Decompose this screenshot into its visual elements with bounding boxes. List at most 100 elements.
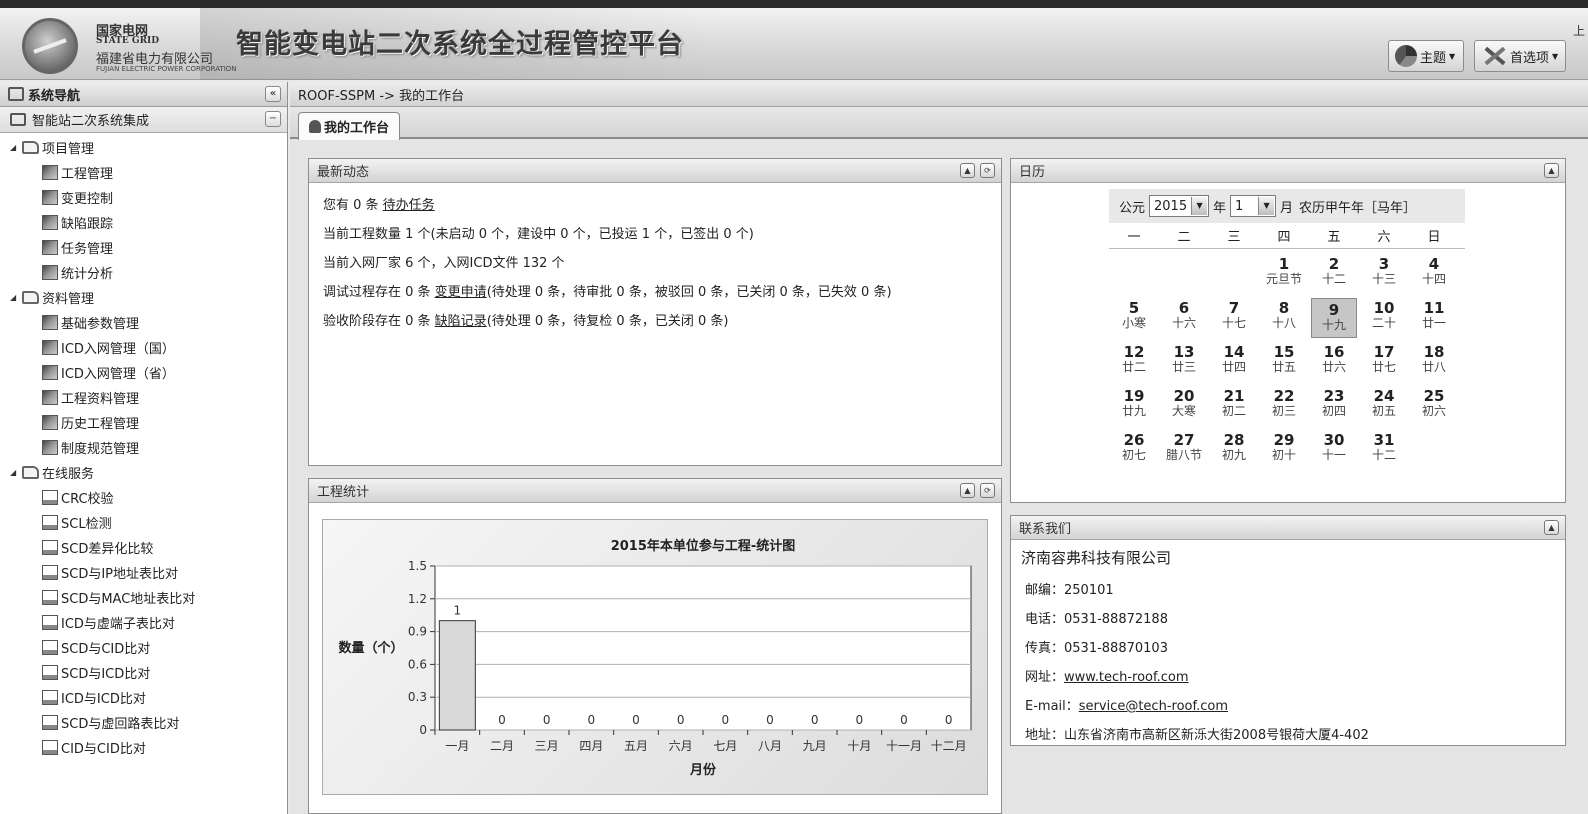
email-link[interactable]: service@tech-roof.com [1079, 699, 1228, 714]
sidebar-item[interactable]: 制度规范管理 [0, 435, 287, 460]
tab-my-workbench[interactable]: 我的工作台 [298, 112, 401, 140]
panel-title: 联系我们 [1019, 522, 1072, 537]
sidebar-item[interactable]: ICD入网管理（国） [0, 335, 287, 360]
refresh-icon[interactable]: ⟳ [980, 163, 995, 178]
day-number: 12 [1123, 343, 1145, 361]
tree-group[interactable]: ◢ 项目管理 [0, 135, 287, 160]
calendar-day[interactable]: 8 十八 [1259, 297, 1309, 341]
sidebar-item[interactable]: 任务管理 [0, 235, 287, 260]
day-number: 8 [1278, 299, 1290, 317]
calendar-day[interactable]: 17 廿七 [1359, 341, 1409, 385]
calendar-day[interactable]: 20 大寒 [1159, 385, 1209, 429]
calendar-day[interactable]: 1 元旦节 [1259, 253, 1309, 297]
calendar-day[interactable]: 2 十二 [1309, 253, 1359, 297]
sidebar-item[interactable]: 统计分析 [0, 260, 287, 285]
module-icon [42, 215, 58, 230]
website-link[interactable]: www.tech-roof.com [1064, 670, 1189, 685]
sidebar-item[interactable]: ICD与虚端子表比对 [0, 610, 287, 635]
calendar-day[interactable]: 11 廿一 [1409, 297, 1459, 341]
sidebar-item[interactable]: CID与CID比对 [0, 735, 287, 760]
year-select[interactable]: 2015 ▼ [1149, 195, 1210, 217]
sidebar-item[interactable]: SCL检测 [0, 510, 287, 535]
sidebar-item[interactable]: 工程资料管理 [0, 385, 287, 410]
sidebar-item[interactable]: CRC校验 [0, 485, 287, 510]
calendar-day[interactable]: 15 廿五 [1259, 341, 1309, 385]
calendar-day[interactable]: 19 廿九 [1109, 385, 1159, 429]
sidebar-item[interactable]: SCD与CID比对 [0, 635, 287, 660]
year-value: 2015 [1154, 198, 1188, 214]
preferences-button[interactable]: 首选项 ▼ [1474, 40, 1566, 72]
calendar-day[interactable]: 26 初七 [1109, 429, 1159, 473]
sidebar-item-label: SCL检测 [61, 517, 112, 532]
calendar-day[interactable]: 30 十一 [1309, 429, 1359, 473]
calendar-day[interactable]: 4 十四 [1409, 253, 1459, 297]
tree-group[interactable]: ◢ 在线服务 [0, 460, 287, 485]
collapse-panel-button[interactable]: ▲ [960, 163, 975, 178]
sidebar-item[interactable]: 历史工程管理 [0, 410, 287, 435]
refresh-icon[interactable]: ⟳ [980, 483, 995, 498]
sidebar-item[interactable]: SCD与IP地址表比对 [0, 560, 287, 585]
data-label: 1 [454, 604, 462, 618]
contact-address: 地址：山东省济南市高新区新泺大街2008号银荷大厦4-402 [1021, 721, 1565, 750]
calendar-day[interactable]: 10 二十 [1359, 297, 1409, 341]
calendar-day[interactable]: 14 廿四 [1209, 341, 1259, 385]
calendar-day[interactable]: 12 廿二 [1109, 341, 1159, 385]
sidebar-item-label: 历史工程管理 [61, 417, 140, 432]
collapse-sidebar-button[interactable]: « [265, 86, 281, 102]
org-name-en: STATE GRID [96, 36, 160, 46]
sidebar-item[interactable]: 变更控制 [0, 185, 287, 210]
change-request-link[interactable]: 变更申请 [435, 285, 487, 300]
calendar-day[interactable]: 5 小寒 [1109, 297, 1159, 341]
calendar-day[interactable]: 21 初二 [1209, 385, 1259, 429]
sidebar-item[interactable]: SCD与ICD比对 [0, 660, 287, 685]
module-icon [42, 265, 58, 280]
fax-label: 传真： [1025, 641, 1065, 656]
sidebar-item-label: 变更控制 [61, 192, 114, 207]
todo-tasks-link[interactable]: 待办任务 [383, 198, 435, 213]
day-number: 4 [1428, 255, 1440, 273]
collapse-panel-button[interactable]: ▲ [1544, 163, 1559, 178]
calendar-day[interactable]: 22 初三 [1259, 385, 1309, 429]
collapse-panel-button[interactable]: ▲ [1544, 520, 1559, 535]
lunar-date: 腊八节 [1165, 448, 1202, 462]
theme-button[interactable]: 主题 ▼ [1388, 40, 1464, 72]
calendar-day[interactable]: 25 初六 [1409, 385, 1459, 429]
module-icon [42, 440, 58, 455]
sidebar-item[interactable]: ICD与ICD比对 [0, 685, 287, 710]
collapse-section-button[interactable]: − [265, 111, 281, 127]
calendar-day[interactable]: 27 腊八节 [1159, 429, 1209, 473]
calendar-day[interactable]: 24 初五 [1359, 385, 1409, 429]
collapse-panel-button[interactable]: ▲ [960, 483, 975, 498]
chart-container: 0 0.3 0.6 0.9 1.2 1.5 1 一月 0 二月 0 三月 0 四月 0 五月 0 六月 0 七月 0 八月… [322, 519, 988, 795]
calendar-day[interactable]: 7 十七 [1209, 297, 1259, 341]
news-text: (待处理 0 条，待审批 0 条，被驳回 0 条，已关闭 0 条，已失效 0 条… [486, 285, 892, 300]
x-tick-label: 一月 [445, 739, 469, 753]
tree-group[interactable]: ◢ 资料管理 [0, 285, 287, 310]
sidebar-item[interactable]: 工程管理 [0, 160, 287, 185]
sidebar-item[interactable]: 缺陷跟踪 [0, 210, 287, 235]
monitor-icon [10, 113, 26, 126]
calendar-day[interactable]: 3 十三 [1359, 253, 1409, 297]
stats-panel: 工程统计 ▲ ⟳ 0 0.3 0.6 0.9 1.2 1.5 1 一月 0 二月 0 三月 0 四月 0 五月… [308, 478, 1002, 814]
sidebar-item[interactable]: SCD与MAC地址表比对 [0, 585, 287, 610]
module-icon [42, 190, 58, 205]
calendar-day[interactable]: 16 廿六 [1309, 341, 1359, 385]
sidebar-section-header[interactable]: 智能站二次系统集成 − [0, 107, 287, 133]
calendar-day[interactable]: 9 十九 [1311, 298, 1357, 338]
sidebar-item[interactable]: SCD与虚回路表比对 [0, 710, 287, 735]
month-select[interactable]: 1 ▼ [1230, 195, 1277, 217]
calendar-day[interactable]: 28 初九 [1209, 429, 1259, 473]
calendar-day[interactable]: 23 初四 [1309, 385, 1359, 429]
lunar-date: 廿六 [1321, 360, 1346, 374]
sidebar-item[interactable]: SCD差异化比较 [0, 535, 287, 560]
address-value: 山东省济南市高新区新泺大街2008号银荷大厦4-402 [1064, 728, 1369, 743]
contact-fax: 传真：0531-88870103 [1021, 634, 1565, 663]
calendar-day[interactable]: 31 十二 [1359, 429, 1409, 473]
sidebar-item[interactable]: 基础参数管理 [0, 310, 287, 335]
calendar-day[interactable]: 6 十六 [1159, 297, 1209, 341]
calendar-day[interactable]: 18 廿八 [1409, 341, 1459, 385]
calendar-day[interactable]: 29 初十 [1259, 429, 1309, 473]
sidebar-item[interactable]: ICD入网管理（省） [0, 360, 287, 385]
defect-record-link[interactable]: 缺陷记录 [435, 314, 487, 329]
calendar-day[interactable]: 13 廿三 [1159, 341, 1209, 385]
